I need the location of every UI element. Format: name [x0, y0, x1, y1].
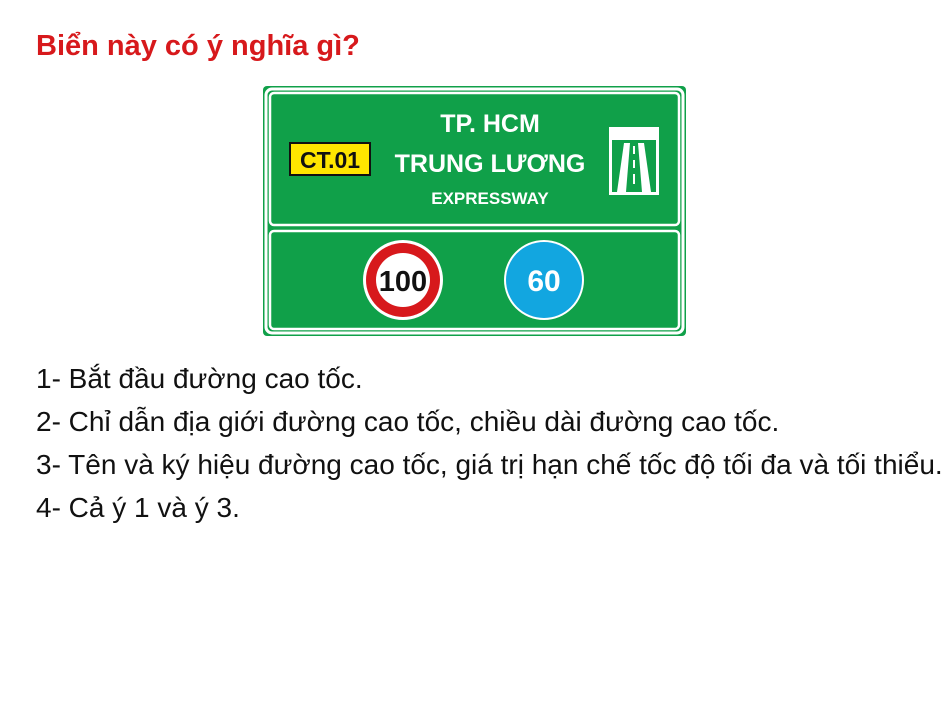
- answer-option-3[interactable]: 3- Tên và ký hiệu đường cao tốc, giá trị…: [36, 448, 945, 482]
- min-speed-sign: 60: [504, 240, 584, 320]
- question-title: Biển này có ý nghĩa gì?: [36, 30, 360, 62]
- route-code-badge: CT.01: [289, 142, 371, 176]
- answer-list: 1- Bắt đầu đường cao tốc. 2- Chỉ dẫn địa…: [36, 362, 945, 534]
- destination-1: TP. HCM: [440, 110, 540, 138]
- road-type-label: EXPRESSWAY: [431, 189, 549, 208]
- route-code: CT.01: [300, 147, 360, 173]
- max-speed-sign: 100: [363, 240, 443, 320]
- sign-lower-panel: [268, 229, 681, 331]
- max-speed-value: 100: [379, 266, 427, 298]
- expressway-icon: [609, 127, 659, 195]
- destination-2: TRUNG LƯƠNG: [395, 150, 586, 178]
- answer-option-4[interactable]: 4- Cả ý 1 và ý 3.: [36, 491, 945, 525]
- min-speed-value: 60: [527, 265, 560, 298]
- answer-option-2[interactable]: 2- Chỉ dẫn địa giới đường cao tốc, chiều…: [36, 405, 945, 439]
- answer-option-1[interactable]: 1- Bắt đầu đường cao tốc.: [36, 362, 945, 396]
- expressway-sign: CT.01 TP. HCM TRUNG LƯƠNG EXPRESSWAY 100: [263, 86, 686, 336]
